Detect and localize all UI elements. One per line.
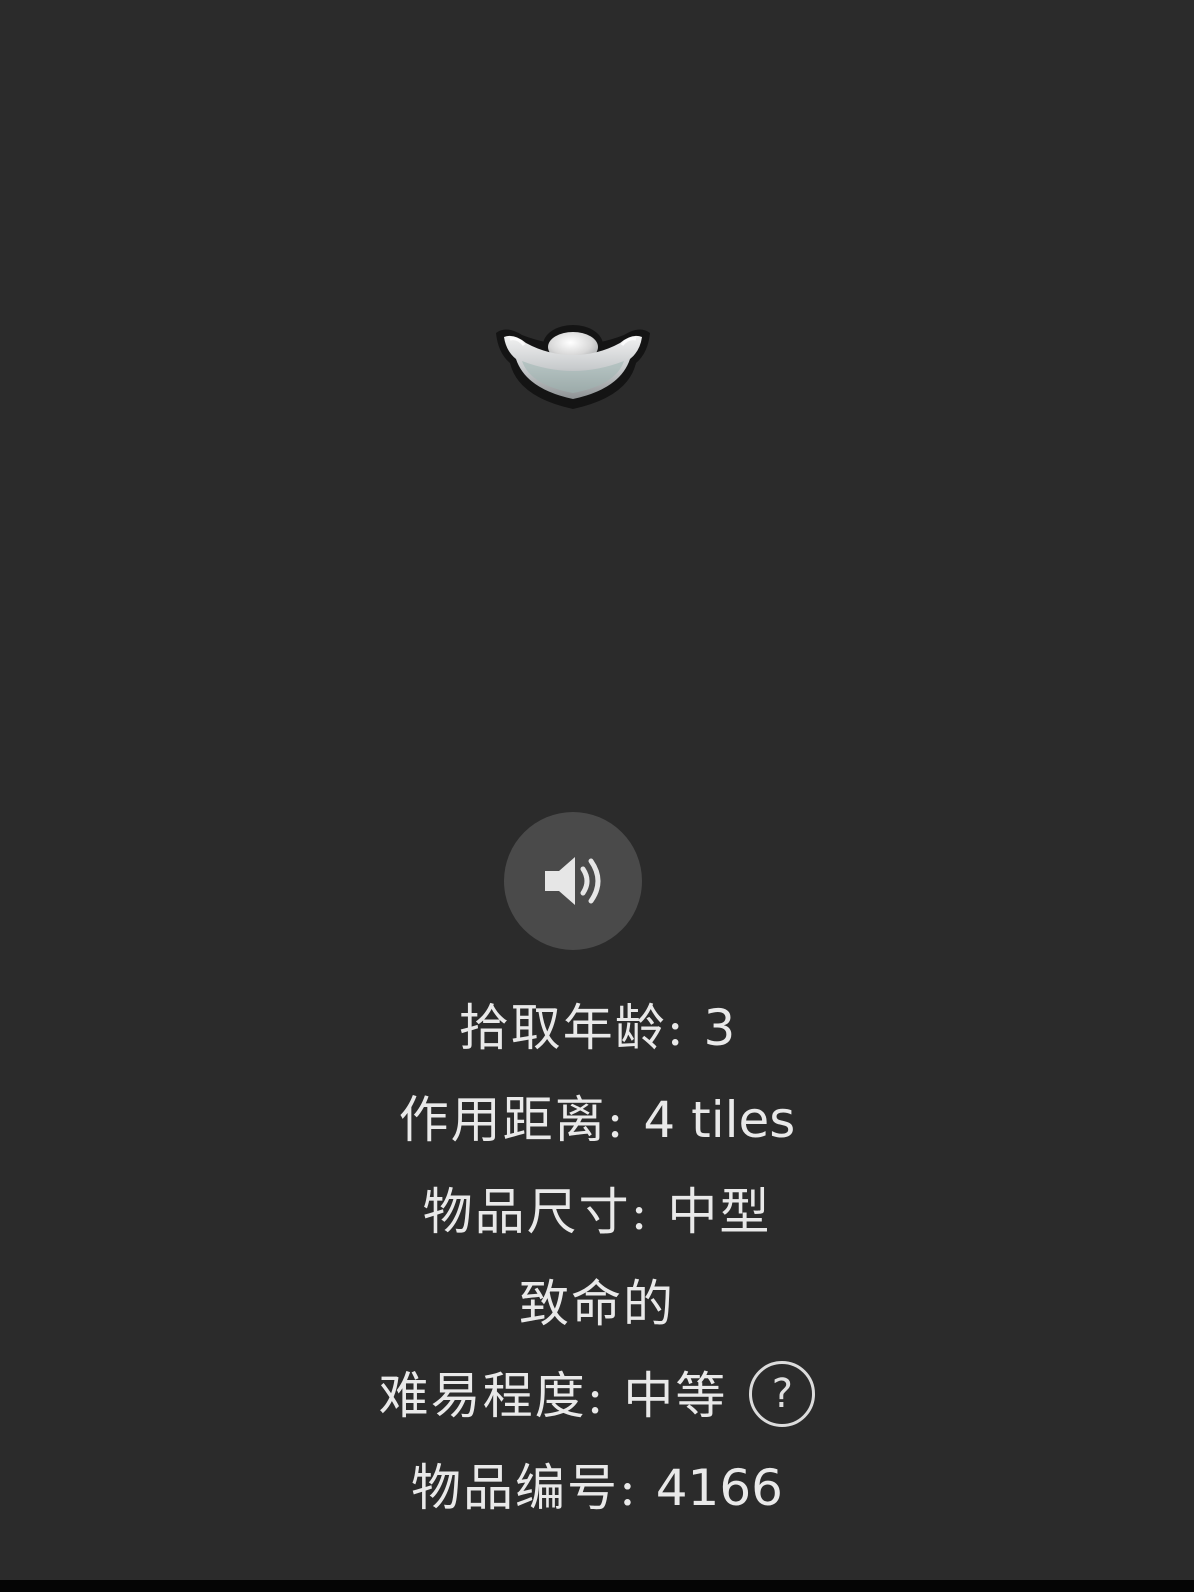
item-id-label: 物品编号: <box>411 1459 656 1517</box>
pickup-age-label: 拾取年龄: <box>458 999 704 1057</box>
range-label: 作用距离: <box>398 1091 644 1149</box>
silver-ingot-icon <box>488 305 658 420</box>
difficulty-value: 中等 <box>623 1367 728 1425</box>
deadly-line: 致命的 <box>0 1258 1194 1350</box>
pickup-age-value: 3 <box>703 999 736 1057</box>
item-id-value: 4166 <box>655 1459 783 1517</box>
difficulty-line: 难易程度: 中等? <box>0 1350 1194 1442</box>
bottom-edge <box>0 1580 1194 1592</box>
size-line: 物品尺寸: 中型 <box>0 1166 1194 1258</box>
pickup-age-line: 拾取年龄: 3 <box>0 982 1194 1074</box>
size-value: 中型 <box>667 1183 772 1241</box>
play-sound-button[interactable] <box>504 812 642 950</box>
item-detail-screen: 拾取年龄: 3 作用距离: 4 tiles 物品尺寸: 中型 致命的 难易程度:… <box>0 0 1194 1580</box>
speaker-icon <box>545 857 601 905</box>
item-id-line: 物品编号: 4166 <box>0 1442 1194 1534</box>
help-icon[interactable]: ? <box>749 1361 816 1427</box>
deadly-text: 致命的 <box>519 1275 675 1333</box>
item-info: 拾取年龄: 3 作用距离: 4 tiles 物品尺寸: 中型 致命的 难易程度:… <box>0 982 1194 1534</box>
difficulty-label: 难易程度: <box>378 1367 624 1425</box>
size-label: 物品尺寸: <box>422 1183 668 1241</box>
range-line: 作用距离: 4 tiles <box>0 1074 1194 1166</box>
range-value: 4 tiles <box>643 1091 796 1149</box>
